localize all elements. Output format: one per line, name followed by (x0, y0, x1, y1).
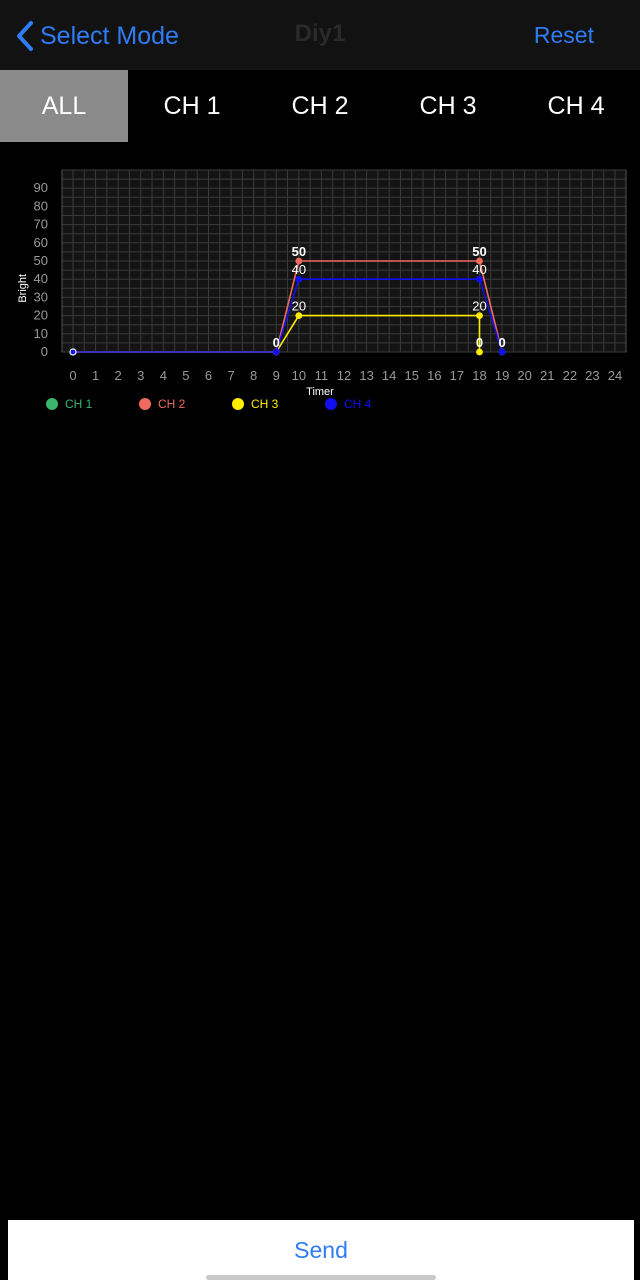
data-label: 20 (472, 299, 486, 314)
x-tick-label: 24 (608, 368, 622, 383)
x-tick-label: 5 (182, 368, 189, 383)
y-tick-label: 50 (34, 253, 48, 268)
legend-swatch (325, 398, 337, 410)
y-tick-label: 0 (41, 344, 48, 359)
y-tick-label: 40 (34, 271, 48, 286)
x-tick-label: 22 (563, 368, 577, 383)
x-tick-label: 8 (250, 368, 257, 383)
legend-label: CH 2 (158, 397, 186, 411)
x-tick-label: 19 (495, 368, 509, 383)
y-tick-label: 60 (34, 235, 48, 250)
y-tick-label: 30 (34, 289, 48, 304)
x-tick-label: 12 (337, 368, 351, 383)
x-tick-label: 1 (92, 368, 99, 383)
y-tick-label: 80 (34, 198, 48, 213)
brightness-chart[interactable]: 0 10 20 30 40 50 60 70 80 90 0 1 2 3 4 5 6 7 8 9 10 11 12 13 14 1… (0, 160, 640, 420)
x-tick-label: 10 (292, 368, 306, 383)
data-label: 0 (273, 335, 280, 350)
home-indicator (206, 1275, 436, 1280)
x-tick-label: 16 (427, 368, 441, 383)
x-tick-label: 6 (205, 368, 212, 383)
y-tick-label: 20 (34, 308, 48, 323)
send-bar: Send (8, 1220, 634, 1280)
data-label: 0 (476, 335, 483, 350)
data-label: 40 (292, 262, 306, 277)
tab-ch1[interactable]: CH 1 (128, 70, 256, 142)
legend-swatch (232, 398, 244, 410)
x-tick-label: 13 (359, 368, 373, 383)
x-tick-label: 20 (517, 368, 531, 383)
data-label: 20 (292, 299, 306, 314)
legend-label: CH 1 (65, 397, 93, 411)
tab-ch3[interactable]: CH 3 (384, 70, 512, 142)
navigation-bar: Select Mode Diy1 Reset (0, 0, 640, 71)
x-tick-label: 3 (137, 368, 144, 383)
y-tick-label: 90 (34, 180, 48, 195)
send-button[interactable]: Send (264, 1227, 378, 1274)
y-tick-label: 10 (34, 326, 48, 341)
x-tick-label: 15 (405, 368, 419, 383)
data-label: 50 (292, 244, 306, 259)
data-label: 40 (472, 262, 486, 277)
legend-swatch (46, 398, 58, 410)
legend-label: CH 3 (251, 397, 279, 411)
tab-all[interactable]: ALL (0, 70, 128, 142)
x-tick-label: 7 (227, 368, 234, 383)
tab-ch2[interactable]: CH 2 (256, 70, 384, 142)
reset-button[interactable]: Reset (534, 22, 594, 49)
x-tick-label: 4 (160, 368, 167, 383)
x-tick-label: 14 (382, 368, 396, 383)
x-tick-label: 21 (540, 368, 554, 383)
y-tick-label: 70 (34, 217, 48, 232)
brightness-chart-svg: 01020304050607080900 1 2 3 4 5 6 7 8 9 10 11 12 13 14 1… (17, 169, 627, 411)
data-label: 50 (472, 244, 486, 259)
x-tick-label: 9 (273, 368, 280, 383)
x-tick-label: 2 (115, 368, 122, 383)
x-tick-label: 23 (585, 368, 599, 383)
x-tick-label: 11 (315, 368, 329, 383)
x-axis-label: Timer (306, 386, 334, 398)
y-axis-label: Bright (17, 274, 29, 303)
data-label: 0 (498, 335, 505, 350)
x-tick-label: 18 (472, 368, 486, 383)
legend-label: CH 4 (344, 397, 372, 411)
tab-ch4[interactable]: CH 4 (512, 70, 640, 142)
x-tick-label: 17 (450, 368, 464, 383)
channel-tabs: ALL CH 1 CH 2 CH 3 CH 4 (0, 70, 640, 142)
x-tick-label: 0 (69, 368, 76, 383)
legend-swatch (139, 398, 151, 410)
